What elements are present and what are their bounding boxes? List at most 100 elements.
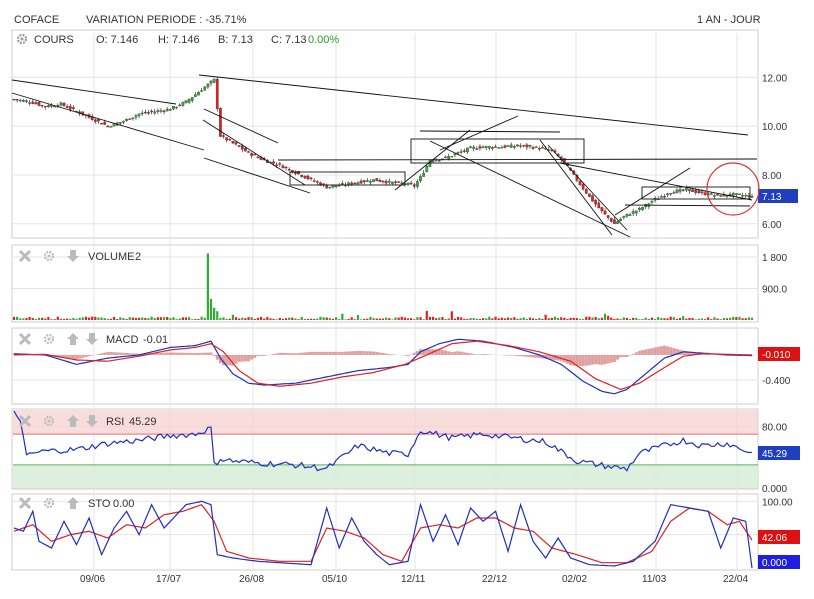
close-icon[interactable] bbox=[18, 249, 32, 263]
price-candle bbox=[472, 146, 476, 149]
macd-histogram-bar bbox=[365, 351, 369, 355]
ohlc-open: O: 7.146 bbox=[96, 34, 138, 46]
price-candle bbox=[125, 118, 128, 121]
macd-histogram-bar bbox=[206, 352, 210, 355]
volume-bar bbox=[438, 317, 441, 320]
price-candle bbox=[203, 86, 207, 91]
price-candle bbox=[631, 211, 635, 214]
volume-bar bbox=[422, 319, 425, 320]
price-candle bbox=[581, 183, 585, 190]
volume-bar bbox=[491, 318, 494, 320]
volume-bar bbox=[569, 317, 572, 320]
gear-icon[interactable] bbox=[43, 497, 55, 509]
volume-bar bbox=[685, 318, 688, 320]
price-candle bbox=[15, 99, 19, 101]
volume-bar bbox=[475, 318, 478, 320]
volume-bar bbox=[278, 317, 281, 320]
volume-bar bbox=[497, 318, 500, 320]
macd-histogram-bar bbox=[600, 354, 604, 365]
macd-histogram-bar bbox=[103, 352, 107, 355]
gear-icon[interactable] bbox=[43, 250, 55, 262]
volume-bar bbox=[253, 319, 256, 320]
trendline bbox=[429, 140, 631, 238]
volume-bar bbox=[344, 319, 347, 320]
volume-bar bbox=[369, 316, 372, 320]
arrow-up-icon[interactable] bbox=[67, 333, 79, 345]
arrow-down-icon[interactable] bbox=[67, 250, 79, 262]
volume-bar bbox=[194, 319, 197, 320]
price-candle bbox=[150, 110, 153, 113]
volume-bar bbox=[213, 307, 216, 320]
volume-bar bbox=[47, 317, 50, 320]
price-candle bbox=[594, 199, 597, 205]
volume-bar bbox=[147, 318, 150, 320]
macd-histogram-bar bbox=[444, 350, 448, 355]
price-candle bbox=[628, 214, 632, 216]
volume-bar bbox=[416, 317, 419, 320]
price-candle bbox=[212, 78, 216, 83]
macd-histogram-bar bbox=[525, 354, 529, 357]
volume-bar bbox=[619, 319, 622, 320]
price-candle bbox=[190, 97, 194, 101]
price-candle bbox=[516, 144, 519, 147]
gear-icon[interactable] bbox=[16, 33, 28, 45]
volume-bar bbox=[112, 316, 116, 320]
price-candle bbox=[688, 189, 691, 192]
macd-histogram-bar bbox=[300, 352, 304, 355]
price-candle bbox=[106, 125, 110, 128]
price-candle bbox=[240, 145, 244, 150]
macd-histogram-bar bbox=[662, 345, 666, 355]
volume-bar bbox=[53, 318, 56, 320]
price-candle bbox=[31, 101, 35, 104]
price-candle bbox=[128, 118, 132, 120]
price-candle bbox=[494, 146, 497, 148]
volume-bar bbox=[313, 318, 316, 320]
price-candle bbox=[181, 102, 185, 106]
volume-bar bbox=[341, 313, 344, 320]
arrow-up-icon[interactable] bbox=[67, 497, 79, 509]
macd-histogram-bar bbox=[84, 354, 88, 358]
price-candle bbox=[68, 106, 72, 110]
price-candle bbox=[347, 182, 350, 185]
macd-histogram-bar bbox=[281, 352, 285, 355]
price-candle bbox=[475, 148, 479, 150]
macd-histogram-bar bbox=[356, 350, 360, 355]
gear-icon[interactable] bbox=[43, 333, 55, 345]
macd-histogram-bar bbox=[290, 353, 294, 355]
price-candle bbox=[103, 122, 107, 125]
price-candle bbox=[234, 142, 238, 145]
volume-bar bbox=[322, 317, 325, 320]
macd-histogram-bar bbox=[672, 348, 676, 355]
volume-bar bbox=[600, 317, 603, 320]
price-candle bbox=[350, 182, 354, 185]
macd-histogram-bar bbox=[650, 348, 654, 355]
price-candle bbox=[72, 107, 75, 109]
volume-bar bbox=[231, 314, 234, 320]
volume-bar bbox=[22, 318, 25, 320]
price-candle bbox=[284, 166, 288, 169]
trendline bbox=[277, 158, 758, 161]
period-label[interactable]: 1 AN - JOUR bbox=[697, 14, 761, 26]
price-candle bbox=[362, 180, 366, 183]
price-candle bbox=[691, 189, 694, 192]
trendline bbox=[203, 157, 311, 194]
volume-bar bbox=[169, 318, 172, 320]
volume-bar bbox=[175, 319, 178, 320]
volume-bar bbox=[506, 317, 510, 320]
volume-bar bbox=[34, 318, 37, 320]
volume-bar bbox=[594, 316, 597, 320]
macd-histogram-bar bbox=[484, 354, 488, 355]
macd-histogram-bar bbox=[90, 354, 94, 356]
volume-bar bbox=[591, 317, 594, 320]
volume-bar bbox=[259, 316, 263, 320]
price-candle bbox=[437, 159, 441, 162]
volume-bar bbox=[284, 318, 288, 320]
close-icon[interactable] bbox=[18, 496, 32, 510]
volume-bar bbox=[641, 319, 644, 320]
arrow-down-icon[interactable] bbox=[86, 333, 98, 345]
close-icon[interactable] bbox=[18, 332, 32, 346]
volume-bar bbox=[19, 318, 22, 320]
volume-bar bbox=[394, 317, 397, 320]
volume-bar bbox=[222, 317, 225, 320]
y-axis-tick-label: 10.00 bbox=[762, 122, 787, 133]
